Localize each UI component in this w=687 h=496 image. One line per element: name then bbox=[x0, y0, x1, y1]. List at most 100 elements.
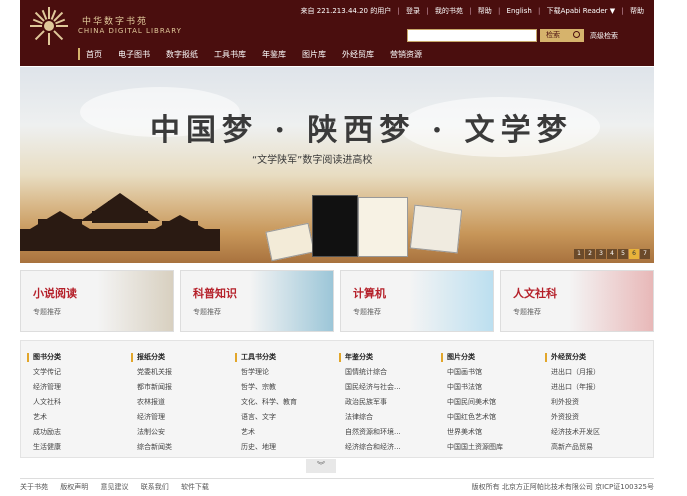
category-link[interactable]: 进出口（年报） bbox=[545, 383, 645, 392]
banner-title: 中国梦 · 陕西梦 · 文学梦 bbox=[150, 113, 573, 148]
pager-dot[interactable]: 1 bbox=[574, 249, 584, 259]
main-nav: 首页 电子图书 数字报纸 工具书库 年鉴库 图片库 外经贸库 营销资源 bbox=[78, 47, 438, 61]
pager-dot[interactable]: 2 bbox=[585, 249, 595, 259]
footer-link-copyright[interactable]: 版权声明 bbox=[60, 483, 88, 491]
category-link[interactable]: 文化、科学、教育 bbox=[235, 398, 335, 407]
category-link[interactable]: 哲学理论 bbox=[235, 368, 335, 377]
category-link[interactable]: 农林报道 bbox=[131, 398, 231, 407]
footer: 关于书苑 版权声明 意见建议 联系我们 软件下载 版权所有 北京方正阿帕比技术有… bbox=[20, 478, 654, 492]
login-link[interactable]: 登录 bbox=[406, 7, 420, 15]
category-link[interactable]: 都市新闻报 bbox=[131, 383, 231, 392]
category-link[interactable]: 世界美术馆 bbox=[441, 428, 541, 437]
category-link[interactable]: 外资投资 bbox=[545, 413, 645, 422]
category-link[interactable]: 文学传记 bbox=[27, 368, 127, 377]
tile-computers[interactable]: 计算机 专题推荐 bbox=[340, 270, 494, 332]
nav-item-marketing[interactable]: 营销资源 bbox=[390, 49, 422, 60]
topic-tiles: 小说阅读 专题推荐 科普知识 专题推荐 计算机 专题推荐 人文社科 专题推荐 bbox=[20, 270, 654, 332]
category-link[interactable]: 法律综合 bbox=[339, 413, 439, 422]
logo-icon[interactable] bbox=[28, 5, 70, 47]
pager-dot[interactable]: 3 bbox=[596, 249, 606, 259]
category-link[interactable]: 国情统计综合 bbox=[339, 368, 439, 377]
category-link[interactable]: 艺术 bbox=[235, 428, 335, 437]
category-link[interactable]: 经济管理 bbox=[131, 413, 231, 422]
nav-item-trade[interactable]: 外经贸库 bbox=[342, 49, 374, 60]
nav-item-newspapers[interactable]: 数字报纸 bbox=[166, 49, 198, 60]
category-heading[interactable]: 图片分类 bbox=[441, 353, 541, 362]
tile-subtitle: 专题推荐 bbox=[353, 308, 381, 316]
category-link[interactable]: 经济技术开发区 bbox=[545, 428, 645, 437]
search-input[interactable] bbox=[407, 29, 537, 42]
category-link[interactable]: 生活健康 bbox=[27, 443, 127, 452]
pager-dot[interactable]: 7 bbox=[640, 249, 650, 259]
category-heading[interactable]: 报纸分类 bbox=[131, 353, 231, 362]
footer-link-contact[interactable]: 联系我们 bbox=[141, 483, 169, 491]
logo-title: 中华数字书苑 bbox=[82, 17, 149, 27]
footer-copyright: 版权所有 北京方正阿帕比技术有限公司 京ICP证100325号 bbox=[471, 483, 654, 491]
category-link[interactable]: 中国画书馆 bbox=[441, 368, 541, 377]
top-links: 来自 221.213.44.20 的用户 | 登录 | 我的书苑 | 帮助 | … bbox=[300, 7, 644, 15]
category-link[interactable]: 综合新闻类 bbox=[131, 443, 231, 452]
hero-banner[interactable]: 中国梦 · 陕西梦 · 文学梦 “文学陕军”数字阅读进高校 1 2 3 4 5 … bbox=[20, 67, 654, 263]
category-column: 图片分类 中国画书馆 中国书法馆 中国民间美术馆 中国红色艺术馆 世界美术馆 中… bbox=[441, 353, 541, 452]
category-link[interactable]: 经济管理 bbox=[27, 383, 127, 392]
nav-item-ebooks[interactable]: 电子图书 bbox=[118, 49, 150, 60]
logo-subtitle: CHINA DIGITAL LIBRARY bbox=[78, 27, 182, 35]
category-column: 图书分类 文学传记 经济管理 人文社科 艺术 成功励志 生活健康 bbox=[27, 353, 127, 452]
user-info: 来自 221.213.44.20 的用户 bbox=[300, 7, 392, 15]
category-link[interactable]: 中国民间美术馆 bbox=[441, 398, 541, 407]
nav-item-reference[interactable]: 工具书库 bbox=[214, 49, 246, 60]
category-panel: 图书分类 文学传记 经济管理 人文社科 艺术 成功励志 生活健康 报纸分类 党委… bbox=[20, 340, 654, 458]
tile-subtitle: 专题推荐 bbox=[193, 308, 221, 316]
footer-link-about[interactable]: 关于书苑 bbox=[20, 483, 48, 491]
category-link[interactable]: 政治民族军事 bbox=[339, 398, 439, 407]
category-link[interactable]: 进出口（月报） bbox=[545, 368, 645, 377]
category-link[interactable]: 语言、文字 bbox=[235, 413, 335, 422]
my-library-link[interactable]: 我的书苑 bbox=[435, 7, 463, 15]
category-link[interactable]: 国民经济与社会... bbox=[339, 383, 439, 392]
category-link[interactable]: 经济综合和经济... bbox=[339, 443, 439, 452]
pager-dot[interactable]: 5 bbox=[618, 249, 628, 259]
category-link[interactable]: 艺术 bbox=[27, 413, 127, 422]
tile-humanities[interactable]: 人文社科 专题推荐 bbox=[500, 270, 654, 332]
category-column: 工具书分类 哲学理论 哲学、宗教 文化、科学、教育 语言、文字 艺术 历史、地理 bbox=[235, 353, 335, 452]
category-link[interactable]: 哲学、宗教 bbox=[235, 383, 335, 392]
category-link[interactable]: 党委机关报 bbox=[131, 368, 231, 377]
search-button[interactable]: 检索 bbox=[540, 29, 584, 42]
pager-dot[interactable]: 4 bbox=[607, 249, 617, 259]
category-link[interactable]: 中国书法馆 bbox=[441, 383, 541, 392]
nav-item-yearbooks[interactable]: 年鉴库 bbox=[262, 49, 286, 60]
category-link[interactable]: 历史、地理 bbox=[235, 443, 335, 452]
search-button-label: 检索 bbox=[546, 31, 560, 39]
category-link[interactable]: 中国国土资源图库 bbox=[441, 443, 541, 452]
category-link[interactable]: 中国红色艺术馆 bbox=[441, 413, 541, 422]
advanced-search-link[interactable]: 高级检索 bbox=[590, 31, 618, 41]
category-link[interactable]: 高新产品贸易 bbox=[545, 443, 645, 452]
category-heading[interactable]: 图书分类 bbox=[27, 353, 127, 362]
expand-button[interactable]: ︾ bbox=[306, 459, 336, 473]
category-heading[interactable]: 工具书分类 bbox=[235, 353, 335, 362]
nav-item-images[interactable]: 图片库 bbox=[302, 49, 326, 60]
category-heading[interactable]: 外经贸分类 bbox=[545, 353, 645, 362]
category-link[interactable]: 人文社科 bbox=[27, 398, 127, 407]
help-link-1[interactable]: 帮助 bbox=[478, 7, 492, 15]
book-cover bbox=[358, 197, 408, 257]
footer-link-feedback[interactable]: 意见建议 bbox=[100, 483, 128, 491]
category-link[interactable]: 利外投资 bbox=[545, 398, 645, 407]
banner-subtitle: “文学陕军”数字阅读进高校 bbox=[252, 155, 373, 166]
footer-link-download[interactable]: 软件下载 bbox=[181, 483, 209, 491]
tile-subtitle: 专题推荐 bbox=[513, 308, 541, 316]
pager-dot-active[interactable]: 6 bbox=[629, 249, 639, 259]
english-link[interactable]: English bbox=[507, 7, 532, 15]
tile-science[interactable]: 科普知识 专题推荐 bbox=[180, 270, 334, 332]
tile-title: 计算机 bbox=[353, 287, 386, 300]
tile-novels[interactable]: 小说阅读 专题推荐 bbox=[20, 270, 174, 332]
nav-item-home[interactable]: 首页 bbox=[86, 49, 102, 60]
download-reader-link[interactable]: 下载Apabi Reader ▼ bbox=[547, 7, 616, 15]
palace-silhouette bbox=[20, 193, 220, 251]
search-icon bbox=[573, 31, 580, 38]
category-link[interactable]: 法制公安 bbox=[131, 428, 231, 437]
help-link[interactable]: 帮助 bbox=[630, 7, 644, 15]
category-link[interactable]: 成功励志 bbox=[27, 428, 127, 437]
category-heading[interactable]: 年鉴分类 bbox=[339, 353, 439, 362]
category-link[interactable]: 自然资源和环境... bbox=[339, 428, 439, 437]
